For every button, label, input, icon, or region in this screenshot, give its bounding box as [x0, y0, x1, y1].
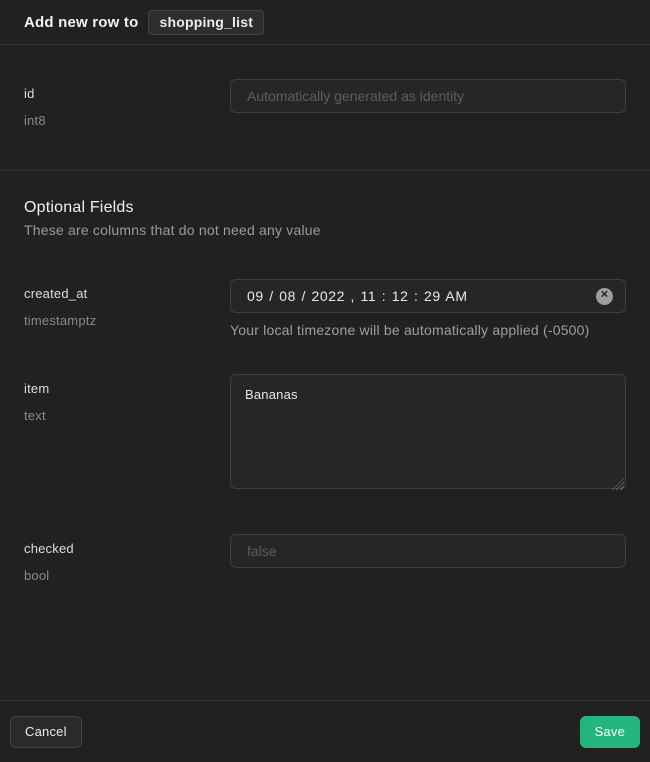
checked-field-row: checked bool [24, 534, 626, 583]
created-at-field-row: created_at timestamptz 09 / 08 / 2022 , … [24, 279, 626, 338]
id-field-label: id [24, 86, 230, 101]
optional-fields-title: Optional Fields [24, 199, 626, 217]
id-field-row: id int8 [24, 79, 626, 128]
optional-fields-subtitle: These are columns that do not need any v… [24, 222, 626, 238]
checked-field-type: bool [24, 568, 230, 583]
checked-field-label: checked [24, 541, 230, 556]
timezone-helper-text: Your local timezone will be automaticall… [230, 322, 626, 338]
datetime-value[interactable]: 09 / 08 / 2022 , 11 : 12 : 29 AM [247, 288, 596, 304]
id-label-column: id int8 [24, 79, 230, 128]
cancel-button[interactable]: Cancel [10, 716, 82, 748]
item-label-column: item text [24, 374, 230, 494]
created-at-field-type: timestamptz [24, 313, 230, 328]
table-name-badge: shopping_list [148, 10, 264, 35]
page-title: Add new row to [24, 14, 138, 31]
id-input-column [230, 79, 626, 128]
created-at-field-label: created_at [24, 286, 230, 301]
item-field-row: item text Bananas [24, 374, 626, 494]
circle-x-icon: ✕ [600, 291, 608, 301]
item-textarea-wrap: Bananas [230, 374, 626, 494]
add-row-panel: Add new row to shopping_list id int8 Opt… [0, 0, 650, 762]
item-field-label: item [24, 381, 230, 396]
panel-footer: Cancel Save [0, 700, 650, 762]
item-textarea[interactable]: Bananas [230, 374, 626, 489]
item-input-column: Bananas [230, 374, 626, 494]
created-at-label-column: created_at timestamptz [24, 279, 230, 338]
id-field-type: int8 [24, 113, 230, 128]
checked-input[interactable] [230, 534, 626, 568]
required-fields-section: id int8 [0, 45, 650, 171]
save-button[interactable]: Save [580, 716, 640, 748]
checked-input-column [230, 534, 626, 583]
created-at-datetime-input[interactable]: 09 / 08 / 2022 , 11 : 12 : 29 AM ✕ [230, 279, 626, 313]
id-input[interactable] [230, 79, 626, 113]
checked-label-column: checked bool [24, 534, 230, 583]
optional-fields-section: Optional Fields These are columns that d… [0, 171, 650, 583]
panel-header: Add new row to shopping_list [0, 0, 650, 45]
created-at-input-column: 09 / 08 / 2022 , 11 : 12 : 29 AM ✕ Your … [230, 279, 626, 338]
clear-datetime-button[interactable]: ✕ [596, 288, 613, 305]
item-field-type: text [24, 408, 230, 423]
